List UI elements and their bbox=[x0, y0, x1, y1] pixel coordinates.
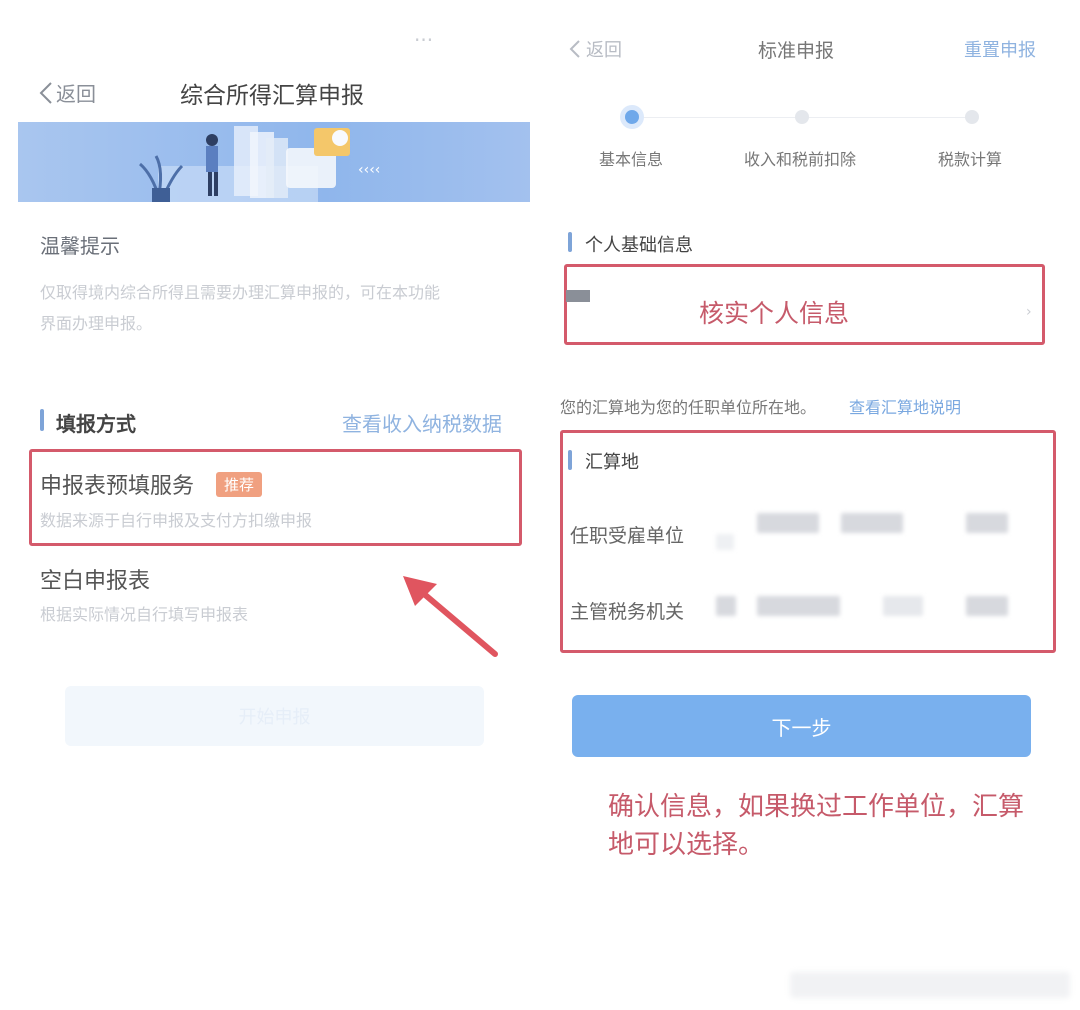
back-button[interactable]: 返回 bbox=[38, 78, 96, 107]
step-2-label[interactable]: 收入和税前扣除 bbox=[744, 146, 856, 170]
tax-authority-redacted bbox=[883, 596, 923, 616]
annotation-line-1: 确认信息，如果换过工作单位，汇算 bbox=[608, 792, 1025, 822]
step-1-label[interactable]: 基本信息 bbox=[599, 146, 663, 170]
annotation-note: 确认信息，如果换过工作单位，汇算 地可以选择。 bbox=[608, 788, 1024, 864]
section-marker bbox=[568, 232, 572, 252]
right-back-label: 返回 bbox=[586, 40, 622, 61]
section-marker bbox=[568, 450, 572, 470]
settle-note: 您的汇算地为您的任职单位所在地。 bbox=[560, 398, 817, 417]
step-3-label[interactable]: 税款计算 bbox=[938, 146, 1002, 170]
employer-value-redacted bbox=[757, 513, 819, 533]
reset-declare-link[interactable]: 重置申报 bbox=[964, 36, 1036, 62]
tip-line-2: 界面办理申报。 bbox=[40, 314, 153, 333]
option-prefill-title[interactable]: 申报表预填服务 bbox=[40, 468, 194, 500]
right-page-title: 标准申报 bbox=[758, 40, 835, 62]
truncated-mark bbox=[566, 290, 590, 302]
tip-line-1: 仅取得境内综合所得且需要办理汇算申报的，可在本功能 bbox=[40, 283, 441, 302]
banner-illustration: ‹‹‹‹ bbox=[18, 122, 530, 202]
page-title: 综合所得汇算申报 bbox=[180, 83, 364, 109]
right-back-button[interactable]: 返回 bbox=[568, 36, 622, 62]
settle-section-title: 汇算地 bbox=[585, 452, 639, 473]
settle-explain-link[interactable]: 查看汇算地说明 bbox=[849, 394, 961, 418]
section-marker bbox=[40, 409, 44, 431]
pointer-arrow-icon bbox=[403, 576, 498, 657]
option-blank-title[interactable]: 空白申报表 bbox=[40, 563, 150, 595]
employer-value-redacted bbox=[966, 513, 1008, 533]
annotation-line-2: 地可以选择。 bbox=[608, 830, 765, 860]
method-section-title: 填报方式 bbox=[56, 412, 136, 436]
chevron-left-icon bbox=[39, 81, 52, 104]
next-step-button[interactable]: 下一步 bbox=[572, 695, 1031, 757]
status-dots: ··· bbox=[414, 28, 434, 52]
tax-authority-label: 主管税务机关 bbox=[570, 601, 685, 623]
next-step-label: 下一步 bbox=[771, 715, 832, 740]
option-blank-desc: 根据实际情况自行填写申报表 bbox=[40, 605, 249, 624]
view-income-link[interactable]: 查看收入纳税数据 bbox=[342, 408, 502, 437]
chevron-left-icon bbox=[569, 40, 580, 58]
tax-authority-redacted bbox=[757, 596, 840, 616]
verify-info-label: 核实个人信息 bbox=[699, 299, 850, 328]
tax-authority-redacted bbox=[716, 596, 736, 616]
recommend-badge: 推荐 bbox=[216, 472, 263, 497]
step-2-dot bbox=[795, 110, 809, 124]
step-3-dot bbox=[965, 110, 979, 124]
employer-label: 任职受雇单位 bbox=[570, 525, 685, 547]
tip-title: 温馨提示 bbox=[40, 234, 120, 258]
svg-text:‹‹‹‹: ‹‹‹‹ bbox=[358, 162, 380, 178]
row-chevron-icon: › bbox=[1026, 304, 1032, 320]
tax-authority-redacted bbox=[966, 596, 1008, 616]
banner-art-icon: ‹‹‹‹ bbox=[138, 126, 380, 202]
employer-value-redacted bbox=[841, 513, 903, 533]
option-prefill-desc: 数据来源于自行申报及支付方扣缴申报 bbox=[40, 511, 313, 530]
back-label: 返回 bbox=[56, 82, 96, 106]
step-1-dot bbox=[625, 110, 639, 124]
start-declare-button[interactable]: 开始申报 bbox=[65, 686, 484, 746]
employer-value-redacted bbox=[716, 534, 734, 550]
start-declare-label: 开始申报 bbox=[238, 707, 311, 728]
personal-section-title: 个人基础信息 bbox=[585, 235, 693, 256]
watermark bbox=[790, 972, 1070, 998]
